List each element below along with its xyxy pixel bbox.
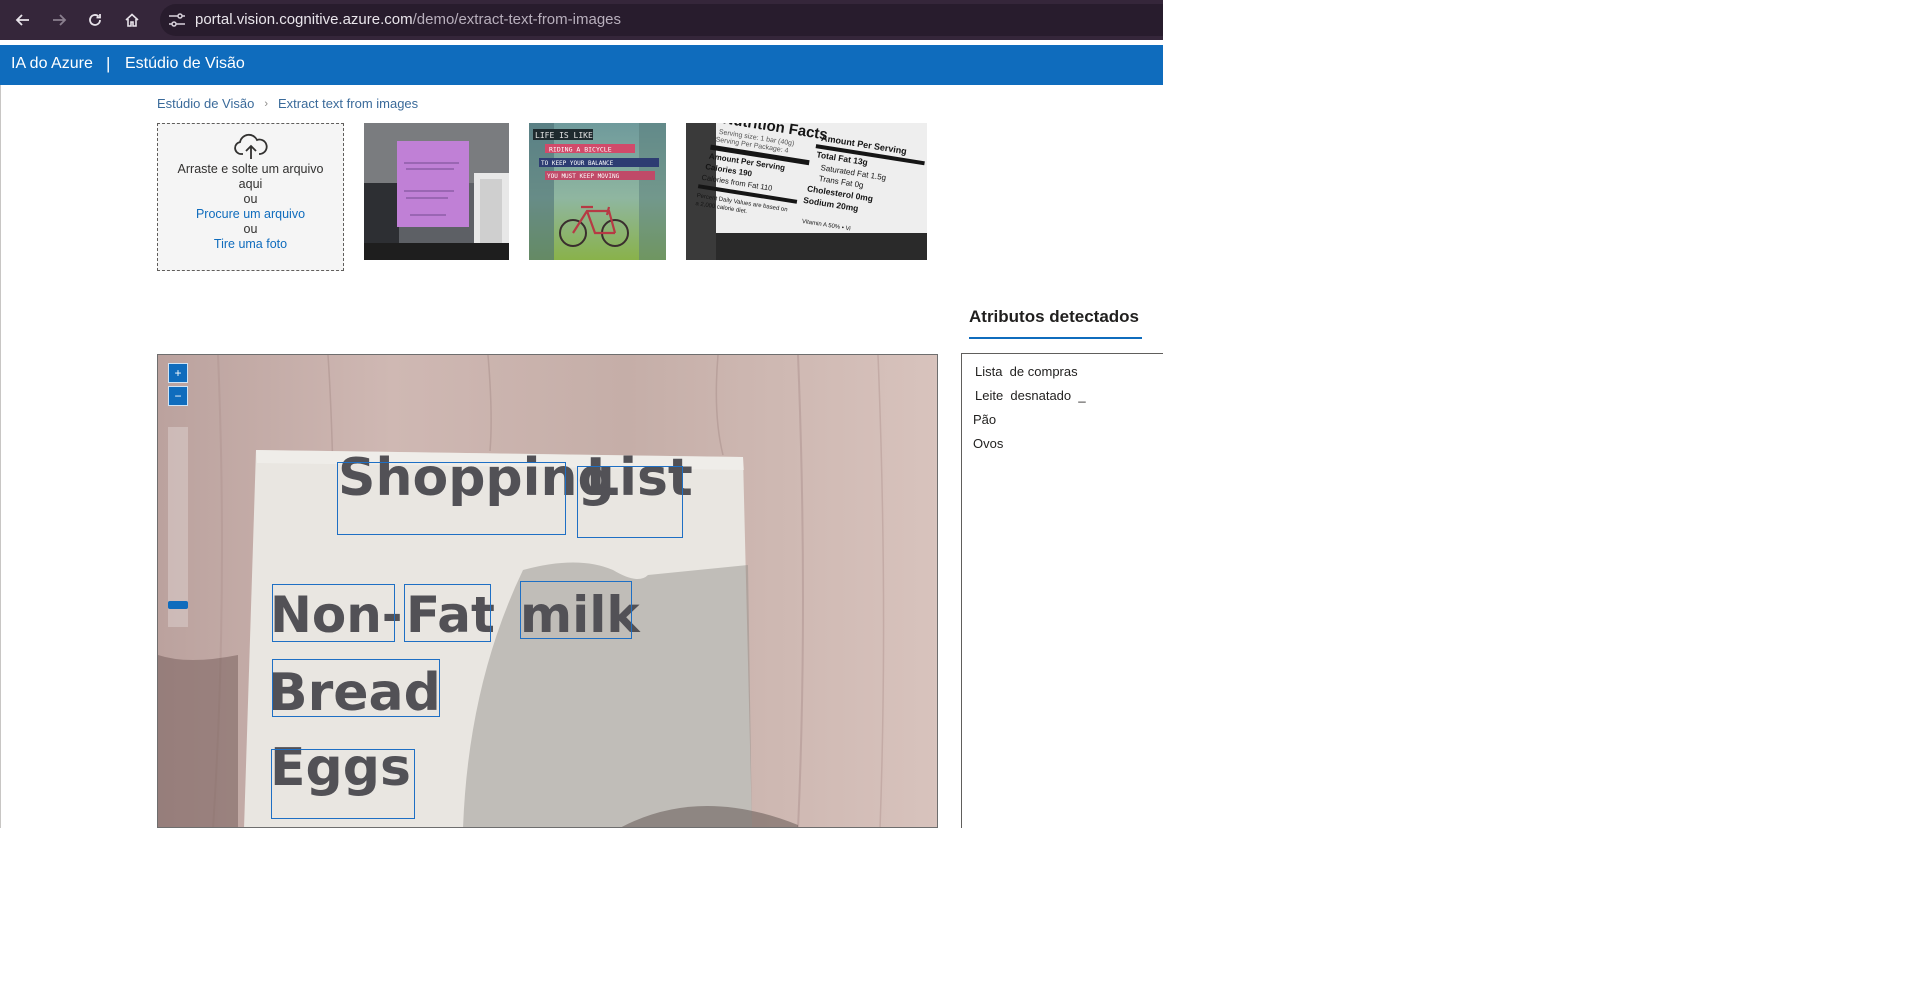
breadcrumb: Estúdio de Visão › Extract text from ima… — [157, 96, 418, 111]
detected-line[interactable]: Ovos — [973, 436, 1003, 451]
url-host: portal.vision.cognitive.azure.com — [195, 11, 413, 28]
sticky-note-photo — [364, 123, 509, 260]
address-bar[interactable]: portal.vision.cognitive.azure.com/demo/e… — [160, 4, 1163, 36]
cloud-upload-icon — [233, 133, 268, 159]
breadcrumb-home[interactable]: Estúdio de Visão — [157, 96, 254, 111]
page-border — [0, 85, 1, 828]
chevron-right-icon: › — [264, 97, 269, 110]
detected-line[interactable]: Pão — [973, 412, 996, 427]
tab-underline — [969, 337, 1142, 339]
detected-line[interactable]: Lista de compras — [975, 364, 1078, 379]
poster-line-2: RIDING A BICYCLE — [549, 146, 612, 154]
ocr-bounding-box[interactable] — [577, 466, 683, 538]
ocr-bounding-box[interactable] — [337, 462, 566, 535]
home-icon[interactable] — [120, 8, 144, 32]
ocr-bounding-box[interactable] — [520, 581, 632, 639]
or-text: ou — [243, 192, 258, 206]
ocr-bounding-box[interactable] — [272, 659, 440, 717]
or-text-2: ou — [243, 222, 258, 236]
breadcrumb-current[interactable]: Extract text from images — [278, 96, 418, 111]
sample-image-nutrition-facts[interactable]: Nutrition Facts Serving size: 1 bar (40g… — [686, 123, 927, 260]
azure-header: IA do Azure | Estúdio de Visão — [0, 45, 1163, 85]
image-viewer[interactable]: Shopping List Non- Fat milk Bread Eggs +… — [157, 354, 938, 828]
sample-image-sticky-note[interactable] — [364, 123, 509, 260]
poster-line-3: TO KEEP YOUR BALANCE — [541, 160, 614, 167]
poster-line-1: LIFE IS LIKE — [535, 131, 593, 140]
detected-attributes-tab[interactable]: Atributos detectados — [969, 307, 1139, 327]
sample-image-bicycle-poster[interactable]: LIFE IS LIKE RIDING A BICYCLE TO KEEP YO… — [529, 123, 666, 260]
forward-arrow-icon[interactable] — [47, 8, 71, 32]
ocr-bounding-box[interactable] — [272, 584, 395, 642]
header-separator: | — [106, 54, 111, 73]
bicycle-poster-photo: LIFE IS LIKE RIDING A BICYCLE TO KEEP YO… — [529, 123, 666, 260]
ocr-bounding-box[interactable] — [404, 584, 491, 642]
browse-file-link[interactable]: Procure um arquivo — [158, 207, 343, 222]
zoom-out-button[interactable]: − — [168, 386, 188, 406]
browser-toolbar: portal.vision.cognitive.azure.com/demo/e… — [0, 0, 1163, 40]
detected-line[interactable]: Leite desnatado _ — [975, 388, 1086, 403]
drag-drop-text: Arraste e solte um arquivo — [177, 162, 324, 176]
reload-icon[interactable] — [83, 8, 107, 32]
back-arrow-icon[interactable] — [11, 8, 35, 32]
detected-attributes-panel: Lista de compras Leite desnatado _ Pão O… — [961, 353, 1163, 828]
url-path: /demo/extract-text-from-images — [412, 11, 621, 28]
ocr-bounding-box[interactable] — [271, 749, 415, 819]
zoom-slider-thumb[interactable] — [168, 601, 188, 609]
drag-drop-text-2: aqui — [238, 177, 263, 191]
site-settings-icon[interactable] — [168, 12, 186, 28]
url-text: portal.vision.cognitive.azure.com/demo/e… — [195, 11, 621, 28]
brand-link[interactable]: IA do Azure — [11, 55, 93, 73]
take-photo-link[interactable]: Tire uma foto — [158, 237, 343, 252]
poster-line-4: YOU MUST KEEP MOVING — [547, 173, 620, 180]
studio-link[interactable]: Estúdio de Visão — [125, 55, 245, 73]
zoom-slider-track[interactable] — [168, 427, 188, 627]
zoom-in-button[interactable]: + — [168, 363, 188, 383]
nutrition-facts-photo: Nutrition Facts Serving size: 1 bar (40g… — [686, 123, 927, 260]
upload-dropzone[interactable]: Arraste e solte um arquivo aqui ou Procu… — [157, 123, 344, 271]
